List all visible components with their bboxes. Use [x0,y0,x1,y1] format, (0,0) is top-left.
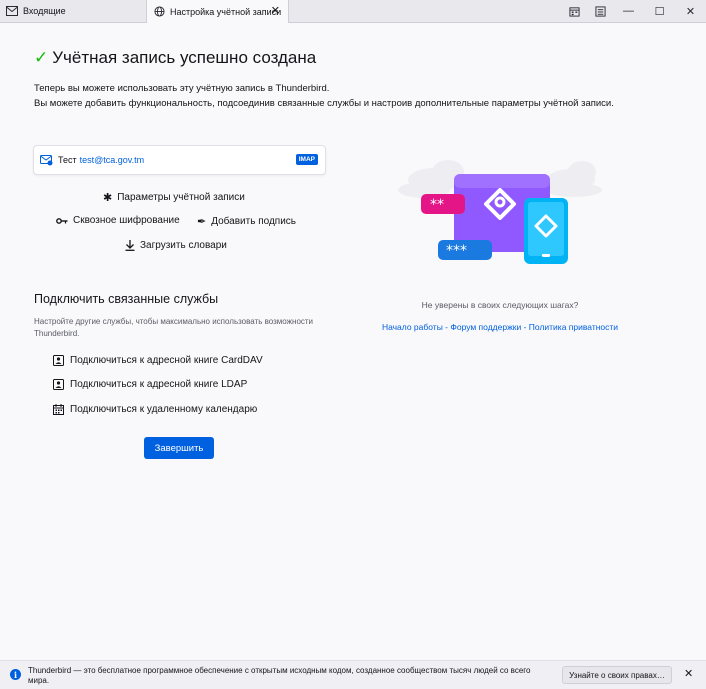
tab-label: Входящие [23,6,66,16]
address-book-icon [53,379,64,390]
title-bar: Входящие Настройка учётной записи ✕ — ☐ … [0,0,706,23]
mail-account-icon [40,154,53,166]
key-icon [56,217,68,225]
close-window-button[interactable]: ✕ [675,0,706,22]
add-signature-label: Добавить подпись [211,216,296,227]
help-question: Не уверены в своих следующих шагах? [421,300,579,310]
svg-text:***: *** [446,243,467,259]
notification-bar: i Thunderbird — это бесплатное программн… [0,660,706,689]
info-icon: i [10,669,21,680]
tasks-icon[interactable] [587,0,613,22]
page-title-text: Учётная запись успешно создана [52,48,317,67]
intro-text-line2: Вы можете добавить функциональность, под… [34,98,614,109]
e2e-encryption-label: Сквозное шифрование [73,215,180,226]
finish-button[interactable]: Завершить [144,437,214,459]
pen-icon: ✒ [197,216,207,228]
connect-carddav-label: Подключиться к адресной книге CardDAV [70,355,263,366]
minimize-button[interactable]: — [613,0,644,22]
connect-calendar-label: Подключиться к удаленному календарю [70,404,258,415]
gear-icon: ✱ [103,192,113,204]
download-dictionaries-link[interactable]: Загрузить словари [125,240,227,251]
link-getting-started[interactable]: Начало работы [382,322,443,332]
help-links: Начало работы - Форум поддержки - Полити… [360,322,640,332]
tab-account-setup[interactable]: Настройка учётной записи ✕ [146,0,289,23]
envelope-icon [6,5,18,17]
notification-message: Thunderbird — это бесплатное программное… [28,666,531,685]
link-separator: - [521,322,529,332]
account-card: Тест test@tca.gov.tm IMAP [33,145,326,175]
calendar-icon[interactable] [561,0,587,22]
link-privacy-policy[interactable]: Политика приватности [529,322,618,332]
services-title: Подключить связанные службы [34,292,219,306]
e2e-encryption-link[interactable]: Сквозное шифрование [56,215,180,226]
connect-ldap-link[interactable]: Подключиться к адресной книге LDAP [53,379,247,390]
connect-ldap-label: Подключиться к адресной книге LDAP [70,379,248,390]
services-description: Настройте другие службы, чтобы максималь… [34,317,314,338]
maximize-button[interactable]: ☐ [644,0,675,22]
account-name: Тест [58,155,77,165]
connect-carddav-link[interactable]: Подключиться к адресной книге CardDAV [53,355,263,366]
checkmark-icon: ✓ [34,48,49,67]
intro-text-line1: Теперь вы можете использовать эту учётну… [34,83,330,94]
tab-label: Настройка учётной записи [170,6,282,17]
tab-inbox[interactable]: Входящие [6,0,144,22]
know-your-rights-button[interactable]: Узнайте о своих правах… [562,666,672,684]
download-dictionaries-label: Загрузить словари [140,240,227,251]
connect-calendar-link[interactable]: Подключиться к удаленному календарю [53,404,257,415]
link-support-forum[interactable]: Форум поддержки [450,322,521,332]
page-title: ✓ Учётная запись успешно создана [34,48,316,68]
account-settings-label: Параметры учётной записи [117,192,245,203]
tab-close-icon[interactable]: ✕ [271,4,280,17]
close-icon[interactable]: ✕ [684,667,693,680]
account-email: test@tca.gov.tm [79,155,145,165]
calendar-icon [53,404,64,415]
address-book-icon [53,355,64,366]
download-icon [125,240,135,251]
add-signature-link[interactable]: ✒ Добавить подпись [197,215,296,228]
account-illustration: ** *** [396,150,606,270]
account-settings-link[interactable]: ✱ Параметры учётной записи [103,191,245,204]
globe-icon [153,6,165,18]
svg-text:**: ** [430,197,444,213]
imap-badge: IMAP [295,154,318,165]
